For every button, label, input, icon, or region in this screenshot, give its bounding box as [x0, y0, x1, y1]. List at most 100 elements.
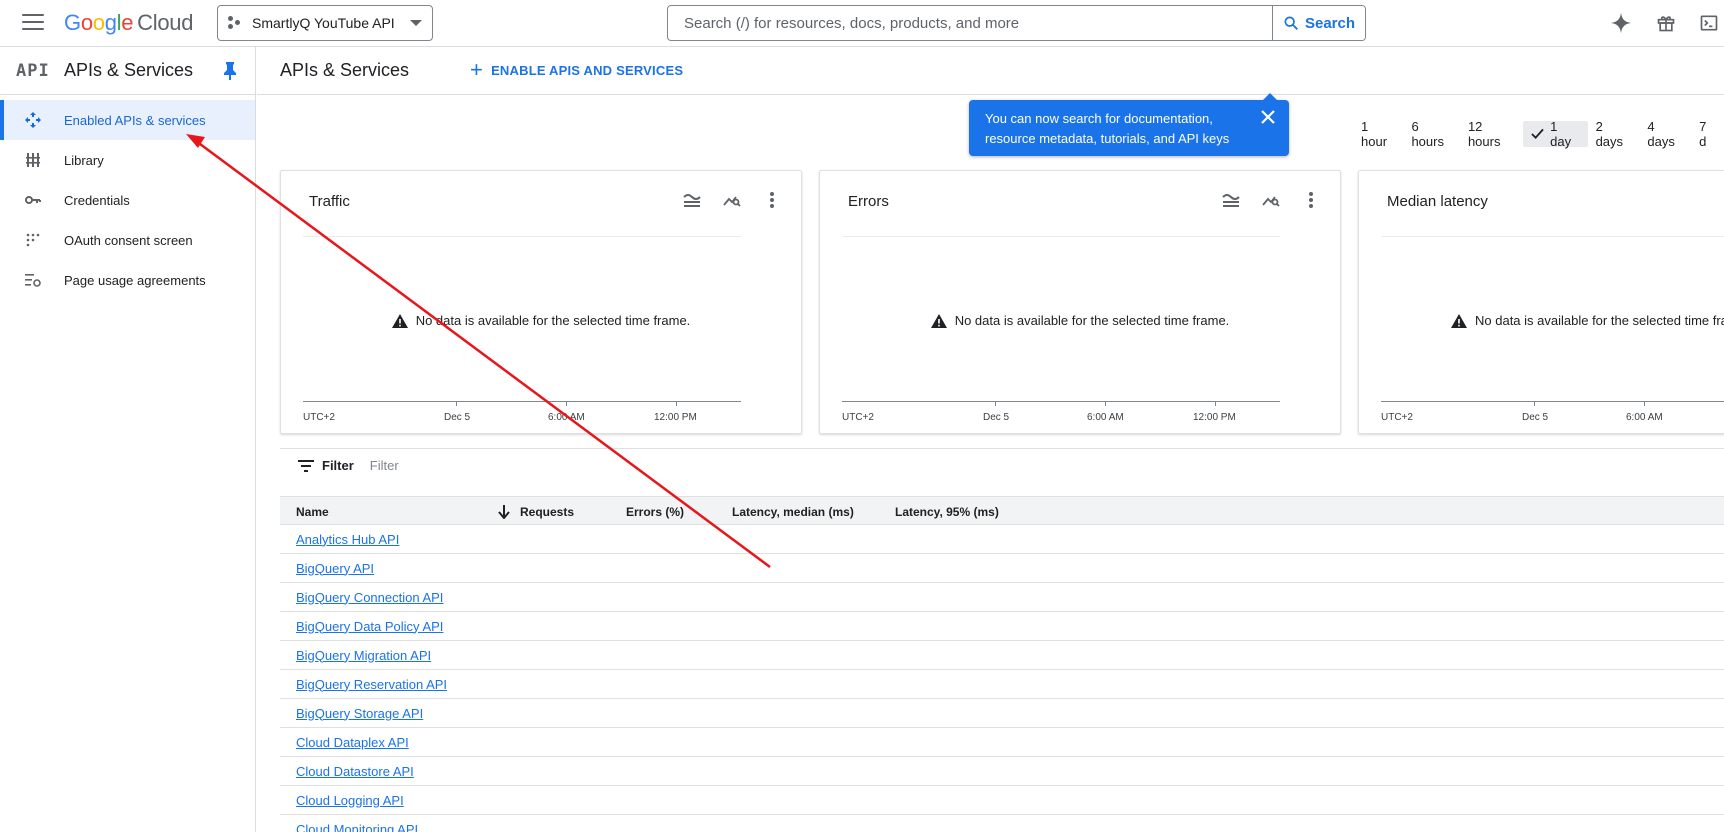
no-data-message: No data is available for the selected ti… [1359, 313, 1724, 328]
sidebar-item-credentials[interactable]: Credentials [0, 180, 255, 220]
page-title: APIs & Services [280, 60, 410, 80]
column-header-errors[interactable]: Errors (%) [626, 505, 684, 519]
time-range-label: 1 hour [1361, 119, 1388, 149]
axis-label: 6:00 AM [548, 412, 585, 423]
api-name-link[interactable]: BigQuery Migration API [296, 648, 431, 663]
pin-icon[interactable] [222, 61, 240, 81]
card-actions [1220, 189, 1322, 211]
sidebar-item-library[interactable]: Library [0, 140, 255, 180]
card-divider [1381, 236, 1724, 237]
warning-icon [930, 313, 947, 328]
search-bar: Search [667, 5, 1366, 41]
no-data-text: No data is available for the selected ti… [954, 313, 1230, 328]
cloud-shell-terminal-icon[interactable] [1697, 11, 1721, 35]
close-icon[interactable] [1259, 108, 1279, 128]
axis-label: UTC+2 [842, 412, 874, 423]
tooltip-text: You can now search for documentation, re… [985, 111, 1230, 146]
more-vert-icon[interactable] [1300, 189, 1322, 211]
axis-tick [1534, 401, 1535, 406]
gift-icon[interactable] [1654, 11, 1678, 35]
enable-apis-button[interactable]: + ENABLE APIS AND SERVICES [470, 56, 683, 82]
table-row: Analytics Hub API [280, 525, 1724, 554]
more-vert-icon[interactable] [761, 189, 783, 211]
time-range-option[interactable]: 7 d [1691, 119, 1724, 149]
warning-icon [391, 313, 408, 328]
search-button[interactable]: Search [1272, 6, 1365, 40]
axis-tick [1644, 401, 1645, 406]
axis-tick [995, 401, 996, 406]
sidebar-item-enabled-apis[interactable]: Enabled APIs & services [0, 100, 255, 140]
api-name-link[interactable]: Cloud Datastore API [296, 764, 414, 779]
search-input[interactable] [668, 6, 1272, 40]
sidebar-item-label: Credentials [64, 192, 130, 208]
table-row: Cloud Datastore API [280, 757, 1724, 786]
sort-descending-icon[interactable] [498, 505, 510, 522]
api-name-link[interactable]: Cloud Dataplex API [296, 735, 409, 750]
axis-label: 12:00 PM [1193, 412, 1236, 423]
api-name-link[interactable]: Analytics Hub API [296, 532, 399, 547]
chart-legend-icon[interactable] [681, 189, 703, 211]
median-latency-chart-card: Median latency No data is available for … [1358, 170, 1724, 434]
table-body: Analytics Hub API BigQuery API BigQuery Co… [280, 525, 1724, 832]
no-data-text: No data is available for the selected ti… [415, 313, 691, 328]
axis-label: 12:00 PM [654, 412, 697, 423]
warning-icon [1451, 313, 1467, 328]
sidebar-item-page-usage[interactable]: Page usage agreements [0, 260, 255, 300]
table-row: Cloud Logging API [280, 786, 1724, 815]
time-range-option[interactable]: 12 hours [1460, 119, 1523, 149]
time-range-label: 6 hours [1411, 119, 1444, 149]
hub-icon [24, 111, 42, 129]
sidebar-item-oauth[interactable]: OAuth consent screen [0, 220, 255, 260]
column-header-latency-95[interactable]: Latency, 95% (ms) [895, 505, 999, 519]
apis-table: Name Requests Errors (%) Latency, median… [280, 496, 1724, 832]
no-data-text: No data is available for the selected ti… [1475, 313, 1724, 328]
column-header-latency-median[interactable]: Latency, median (ms) [732, 505, 854, 519]
time-range-label: 1 day [1550, 119, 1572, 149]
axis-label: UTC+2 [1381, 412, 1413, 423]
plus-icon: + [470, 56, 484, 82]
api-name-link[interactable]: BigQuery Data Policy API [296, 619, 443, 634]
traffic-chart-card: Traffic No data is available for the sel… [280, 170, 802, 434]
oauth-dots-icon [24, 231, 42, 249]
sidebar-item-label: OAuth consent screen [64, 232, 193, 248]
card-divider [842, 236, 1280, 237]
filter-label: Filter [322, 458, 354, 473]
time-range-label: 7 d [1699, 119, 1707, 149]
card-divider [303, 236, 741, 237]
api-name-link[interactable]: BigQuery API [296, 561, 374, 576]
api-name-link[interactable]: BigQuery Storage API [296, 706, 423, 721]
main-menu-icon[interactable] [22, 14, 44, 32]
filter-icon [298, 459, 314, 472]
settings-list-icon [24, 271, 42, 289]
filter-input[interactable] [367, 457, 668, 474]
explore-chart-icon[interactable] [1260, 189, 1282, 211]
time-range-selector: 1 hour 6 hours 12 hours 1 day 2 days 4 d… [1353, 119, 1724, 149]
chart-legend-icon[interactable] [1220, 189, 1242, 211]
time-range-option-selected[interactable]: 1 day [1523, 119, 1588, 149]
project-icon [228, 16, 242, 30]
api-name-link[interactable]: BigQuery Reservation API [296, 677, 447, 692]
main-content: APIs & Services + ENABLE APIS AND SERVIC… [257, 47, 1724, 832]
api-name-link[interactable]: BigQuery Connection API [296, 590, 443, 605]
google-cloud-logo[interactable]: Google Cloud [64, 10, 193, 36]
time-range-option[interactable]: 1 hour [1353, 119, 1403, 149]
api-name-link[interactable]: Cloud Logging API [296, 793, 404, 808]
time-range-option[interactable]: 4 days [1639, 119, 1691, 149]
table-filter-bar: Filter [280, 448, 1724, 482]
column-header-requests[interactable]: Requests [520, 505, 574, 519]
explore-chart-icon[interactable] [721, 189, 743, 211]
time-range-option[interactable]: 6 hours [1403, 119, 1460, 149]
axis-tick [456, 401, 457, 406]
time-range-option[interactable]: 2 days [1588, 119, 1640, 149]
table-row: BigQuery Connection API [280, 583, 1724, 612]
axis-tick [566, 401, 567, 406]
project-picker-button[interactable]: SmartlyQ YouTube API [217, 5, 433, 41]
axis-tick [1215, 401, 1216, 406]
sidebar-item-label: Page usage agreements [64, 272, 206, 288]
card-title: Errors [848, 193, 889, 210]
gemini-sparkle-icon[interactable] [1609, 11, 1633, 35]
search-button-label: Search [1304, 14, 1356, 32]
table-row: Cloud Dataplex API [280, 728, 1724, 757]
column-header-name[interactable]: Name [296, 505, 329, 519]
api-name-link[interactable]: Cloud Monitoring API [296, 822, 418, 832]
